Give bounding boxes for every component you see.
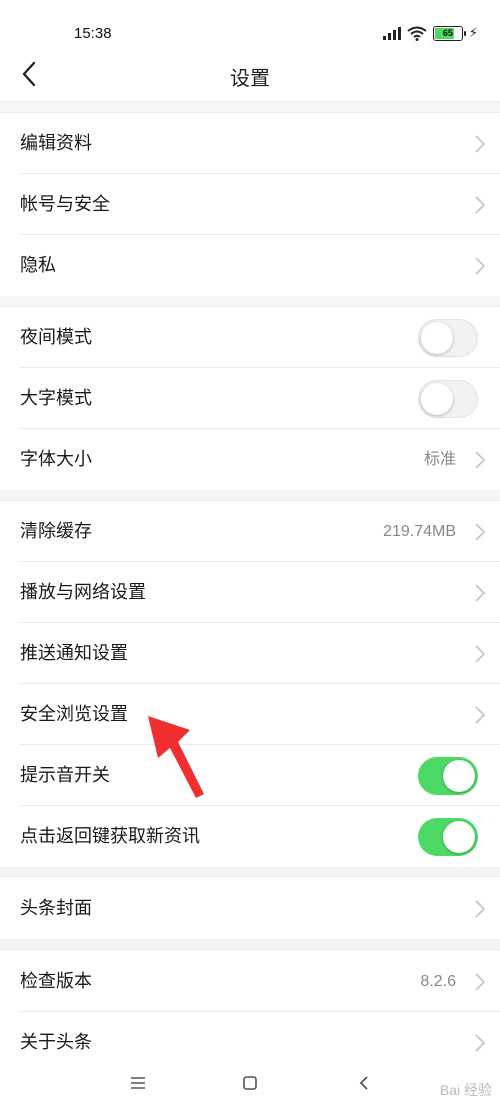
back-triangle-icon [359,1076,368,1090]
status-time: 15:38 [74,25,112,42]
row-label: 帐号与安全 [20,194,110,215]
chevron-right-icon [475,706,486,724]
settings-row-night-mode: 夜间模式 [0,307,500,368]
menu-icon [131,1077,145,1089]
row-label: 推送通知设置 [20,643,128,664]
wifi-icon [407,26,427,41]
annotation-arrow [148,716,204,798]
row-value: 标准 [423,451,456,468]
row-label: 字体大小 [20,449,92,470]
large-text-toggle[interactable] [418,380,478,418]
section-separator [0,938,500,950]
status-icons: 65 ⚡ [382,24,478,42]
title-bar: 设置 [0,48,500,102]
row-label: 编辑资料 [20,133,92,154]
signal-icon [382,26,401,40]
settings-row-back-refresh: 点击返回键获取新资讯 [0,806,500,867]
settings-row-large-text-mode: 大字模式 [0,368,500,429]
nav-back-button[interactable] [344,1068,384,1098]
row-label: 隐私 [20,255,56,276]
chevron-right-icon [475,257,486,275]
settings-row-headline-cover[interactable]: 头条封面 [0,878,500,939]
row-label: 检查版本 [20,971,92,992]
chevron-right-icon [475,135,486,153]
watermark: Bai 经验 [439,1082,492,1098]
chevron-right-icon [475,645,486,663]
page-title: 设置 [230,66,270,90]
row-value: 8.2.6 [420,973,456,990]
settings-row-clear-cache[interactable]: 清除缓存 219.74MB [0,501,500,562]
night-mode-toggle[interactable] [418,319,478,357]
battery-icon: 65 [432,25,466,41]
chevron-right-icon [475,1034,486,1052]
chevron-right-icon [475,451,486,469]
settings-row-push-notifications[interactable]: 推送通知设置 [0,623,500,684]
settings-row-edit-profile[interactable]: 编辑资料 [0,113,500,174]
settings-row-playback-network[interactable]: 播放与网络设置 [0,562,500,623]
settings-row-font-size[interactable]: 字体大小 标准 [0,429,500,490]
home-icon [243,1076,257,1090]
row-value: 219.74MB [383,523,456,540]
settings-row-about[interactable]: 关于头条 [0,1012,500,1060]
section-separator [0,295,500,307]
chevron-right-icon [475,900,486,918]
back-refresh-toggle[interactable] [418,818,478,856]
chevron-right-icon [475,196,486,214]
row-label: 关于头条 [20,1032,92,1053]
settings-row-account-security[interactable]: 帐号与安全 [0,174,500,235]
notification-sound-toggle[interactable] [418,757,478,795]
settings-row-privacy[interactable]: 隐私 [0,235,500,296]
menu-button[interactable] [118,1068,158,1098]
row-label: 清除缓存 [20,521,92,542]
row-label: 点击返回键获取新资讯 [20,826,200,847]
row-label: 播放与网络设置 [20,582,146,603]
row-label: 安全浏览设置 [20,704,128,725]
charging-icon: ⚡ [468,25,478,41]
chevron-right-icon [475,523,486,541]
section-separator [0,101,500,113]
chevron-right-icon [475,973,486,991]
settings-row-check-version[interactable]: 检查版本 8.2.6 [0,951,500,1012]
settings-row-safe-browsing[interactable]: 安全浏览设置 [0,684,500,745]
status-bar: 15:38 65 ⚡ [0,0,500,48]
row-label: 大字模式 [20,388,92,409]
settings-row-notification-sound: 提示音开关 [0,745,500,806]
row-label: 夜间模式 [20,327,92,348]
row-label: 提示音开关 [20,765,110,786]
row-label: 头条封面 [20,898,92,919]
system-nav-bar [0,1060,500,1111]
chevron-right-icon [475,584,486,602]
home-button[interactable] [230,1068,270,1098]
section-separator [0,489,500,501]
battery-level: 65 [442,28,453,38]
